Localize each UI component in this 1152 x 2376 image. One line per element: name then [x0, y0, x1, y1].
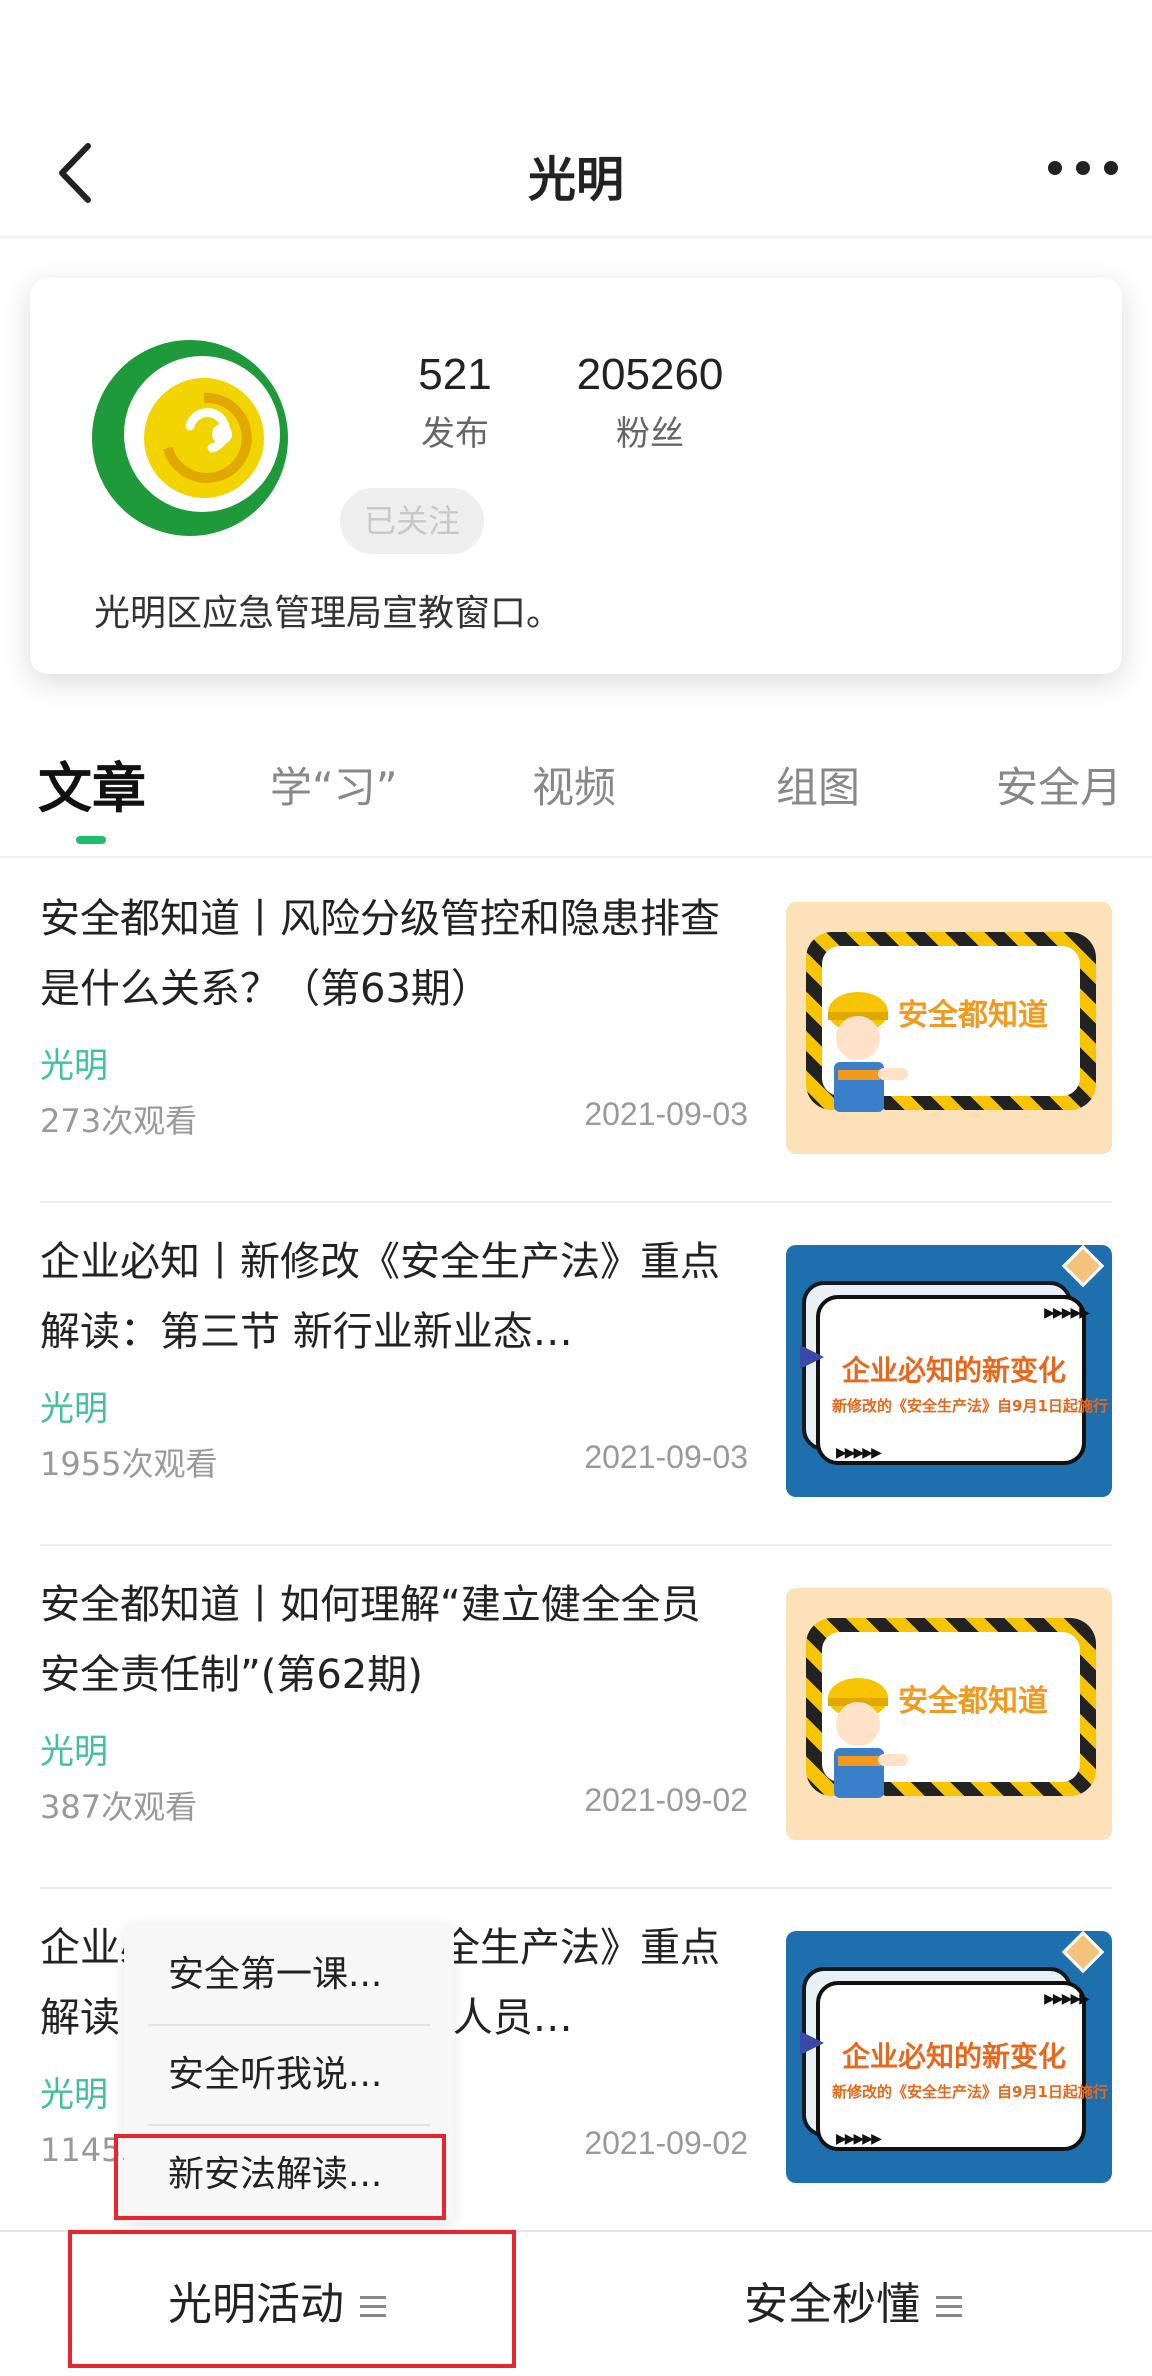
thumbnail-text: 安全都知道: [898, 998, 1048, 1033]
article-source: 光明: [40, 1046, 108, 1086]
article-title: 安全都知道丨如何理解“建立健全全员安全责任制”(第62期): [40, 1582, 701, 1698]
thumbnail-subtext: 新修改的《安全生产法》自9月1日起施行: [832, 1397, 1108, 1415]
article-source: 光明: [40, 2075, 108, 2115]
thumbnail-text: 企业必知的新变化: [842, 1354, 1067, 1387]
content-tabs: 文章 学“习” 视频 组图 安全月: [0, 740, 1152, 858]
article-item[interactable]: 安全都知道丨如何理解“建立健全全员安全责任制”(第62期) 光明 387次观看 …: [0, 1546, 1152, 1889]
tab-safety-month[interactable]: 安全月: [996, 754, 1122, 815]
article-date: 2021-09-03: [584, 1439, 748, 1475]
posts-label: 发布: [421, 414, 489, 454]
followers-count: 205260: [576, 350, 724, 399]
tab-study[interactable]: 学“习”: [270, 754, 398, 815]
dot-icon: [1048, 161, 1062, 175]
highlight-box: [114, 2134, 446, 2220]
submenu-item-safety-talk[interactable]: 安全听我说...: [124, 2026, 454, 2124]
thumbnail-text: 企业必知的新变化: [842, 2040, 1067, 2073]
article-views: 273次观看: [40, 1102, 198, 1140]
posts-count: 521: [418, 350, 492, 399]
followed-button[interactable]: 已关注: [340, 488, 484, 554]
tab-galleries[interactable]: 组图: [776, 754, 860, 815]
highlight-box: [68, 2230, 516, 2368]
article-views: 387次观看: [40, 1788, 198, 1826]
stat-followers[interactable]: 205260 粉丝: [550, 350, 750, 455]
more-options-icon[interactable]: [1048, 148, 1118, 188]
article-date: 2021-09-03: [584, 1096, 748, 1132]
menu-lines-icon: [936, 2294, 962, 2320]
thumbnail-text: 安全都知道: [898, 1684, 1048, 1719]
article-thumbnail: ▶▶▶▶▶ ▶▶▶▶▶ 企业必知的新变化 新修改的《安全生产法》自9月1日起施行: [786, 1931, 1112, 2183]
article-thumbnail: ▶▶▶▶▶ ▶▶▶▶▶ 企业必知的新变化 新修改的《安全生产法》自9月1日起施行: [786, 1245, 1112, 1497]
article-source: 光明: [40, 1389, 108, 1429]
account-description: 光明区应急管理局宣教窗口。: [94, 593, 563, 634]
top-nav-bar: 光明: [0, 110, 1152, 238]
bottom-menu-safety-quick-guide[interactable]: 安全秒懂: [744, 2232, 962, 2376]
account-logo: [90, 338, 290, 538]
article-thumbnail: 安全都知道: [786, 902, 1112, 1154]
page-title: 光明: [527, 152, 624, 208]
worker-illustration-icon: [828, 992, 908, 1112]
thumbnail-subtext: 新修改的《安全生产法》自9月1日起施行: [832, 2083, 1108, 2101]
article-source: 光明: [40, 1732, 108, 1772]
article-item[interactable]: 安全都知道丨风险分级管控和隐患排查是什么关系？（第63期） 光明 273次观看 …: [0, 860, 1152, 1203]
article-item[interactable]: 企业必知丨新修改《安全生产法》重点解读：第三节 新行业新业态… 光明 1955次…: [0, 1203, 1152, 1546]
dot-icon: [1104, 161, 1118, 175]
article-title: 安全都知道丨风险分级管控和隐患排查是什么关系？（第63期）: [40, 896, 720, 1012]
stat-posts[interactable]: 521 发布: [380, 350, 530, 455]
article-title: 企业必知丨新修改《安全生产法》重点解读：第三节 新行业新业态…: [40, 1239, 720, 1355]
active-tab-indicator: [76, 836, 106, 844]
article-thumbnail: 安全都知道: [786, 1588, 1112, 1840]
profile-card: 521 发布 205260 粉丝 已关注 光明区应急管理局宣教窗口。: [30, 278, 1122, 674]
dot-icon: [1076, 161, 1090, 175]
followers-label: 粉丝: [616, 414, 684, 454]
tab-articles[interactable]: 文章: [38, 744, 146, 823]
article-date: 2021-09-02: [584, 1782, 748, 1818]
article-views: 1955次观看: [40, 1445, 218, 1483]
tab-videos[interactable]: 视频: [532, 754, 616, 815]
article-date: 2021-09-02: [584, 2125, 748, 2161]
submenu-item-safety-first-lesson[interactable]: 安全第一课...: [124, 1926, 454, 2024]
worker-illustration-icon: [828, 1678, 908, 1798]
bottom-menu-label: 安全秒懂: [744, 2279, 920, 2330]
